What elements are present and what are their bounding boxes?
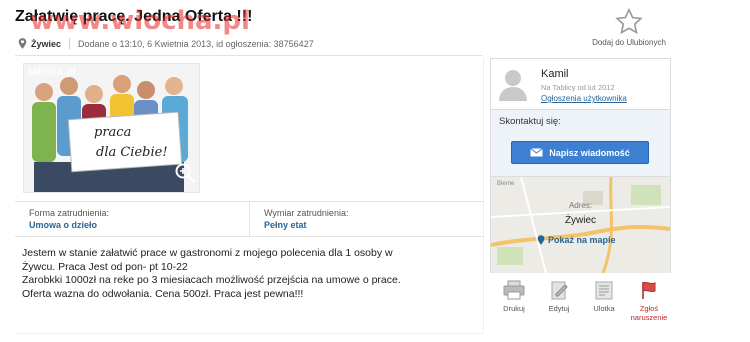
ad-attributes: Forma zatrudnienia: Umowa o dzieło Wymia… (15, 201, 483, 237)
flyer-icon (595, 281, 613, 300)
map-address-label: Adres: (568, 201, 593, 210)
show-on-map-link[interactable]: Pokaż na mapie (537, 235, 616, 245)
sign-text-line1: praca (94, 125, 131, 140)
meta-divider (69, 38, 71, 49)
ad-info: Dodane o 13:10, 6 Kwietnia 2013, id ogło… (78, 38, 314, 49)
edit-icon (551, 281, 568, 300)
ad-actions: Drukuj Edytuj Ulotka Zgłoś naruszenie (490, 280, 680, 330)
avatar (499, 70, 527, 101)
zoom-icon[interactable] (174, 162, 196, 184)
sign-text-line2: dla Ciebie! (96, 145, 168, 160)
description-line: Zarobkki 1000zł na reke po 3 miesiacach … (22, 274, 401, 287)
show-on-map-label: Pokaż na mapie (548, 235, 616, 245)
attribute-label: Wymiar zatrudnienia: (264, 208, 349, 218)
write-message-button[interactable]: Napisz wiadomość (511, 141, 649, 164)
description-line: Jestem w stanie załatwić prace w gastron… (22, 247, 393, 259)
edit-button[interactable]: Edytuj (539, 280, 579, 313)
map-city: Żywiec (564, 215, 597, 226)
add-to-favorites-label: Dodaj do Ulubionych (592, 38, 666, 47)
flyer-label: Ulotka (593, 304, 615, 313)
description-line: Żywcu. Praca Jest od pon- pt 10-22 (22, 260, 188, 273)
ad-description: Jestem w stanie załatwić prace w gastron… (22, 247, 482, 301)
attribute-employment-form: Forma zatrudnienia: Umowa o dzieło (15, 202, 249, 236)
flyer-button[interactable]: Ulotka (584, 280, 624, 313)
edit-label: Edytuj (548, 304, 570, 313)
report-label: Zgłoś naruszenie (630, 304, 668, 322)
attribute-value[interactable]: Pełny etat (264, 220, 469, 230)
print-button[interactable]: Drukuj (494, 280, 534, 313)
star-icon (615, 8, 643, 35)
print-label: Drukuj (503, 304, 525, 313)
location-pin-icon (18, 38, 27, 49)
attribute-label: Forma zatrudnienia: (29, 208, 110, 218)
map-label: Bierne (497, 181, 515, 187)
attribute-employment-time: Wymiar zatrudnienia: Pełny etat (249, 202, 483, 236)
write-message-label: Napisz wiadomość (549, 147, 630, 158)
seller-panel: Kamil Na Tablicy od lut 2012 Ogłoszenia … (490, 58, 671, 273)
seller-since: Na Tablicy od lut 2012 (541, 83, 615, 92)
contact-section: Skontaktuj się: Napisz wiadomość (491, 109, 670, 177)
printer-icon (503, 280, 525, 300)
attribute-value[interactable]: Umowa o dzieło (29, 220, 235, 230)
header-divider (15, 55, 483, 56)
add-to-favorites-button[interactable]: Dodaj do Ulubionych (584, 8, 674, 47)
contact-heading: Skontaktuj się: (499, 116, 561, 127)
ad-meta: Żywiec Dodane o 13:10, 6 Kwietnia 2013, … (18, 38, 314, 49)
location-pin-icon (537, 235, 545, 245)
photo-brand: tablica.pl (28, 66, 76, 78)
description-divider (15, 333, 483, 334)
content-divider (483, 58, 484, 333)
seller-name: Kamil (541, 68, 569, 80)
description-line: Oferta wazna do odwołania. Cena 500zł. P… (22, 287, 304, 300)
location-map[interactable]: Bierne Adres: Żywiec Pokaż na mapie (491, 177, 670, 273)
watermark: www.wiocha.pl (30, 6, 250, 36)
report-button[interactable]: Zgłoś naruszenie (629, 280, 669, 322)
ad-photo[interactable]: praca dla Ciebie! tablica.pl (23, 63, 200, 193)
flag-icon (642, 281, 656, 299)
seller-ads-link[interactable]: Ogłoszenia użytkownika (541, 94, 627, 103)
ad-city[interactable]: Żywiec (31, 39, 61, 49)
envelope-icon (530, 148, 544, 157)
